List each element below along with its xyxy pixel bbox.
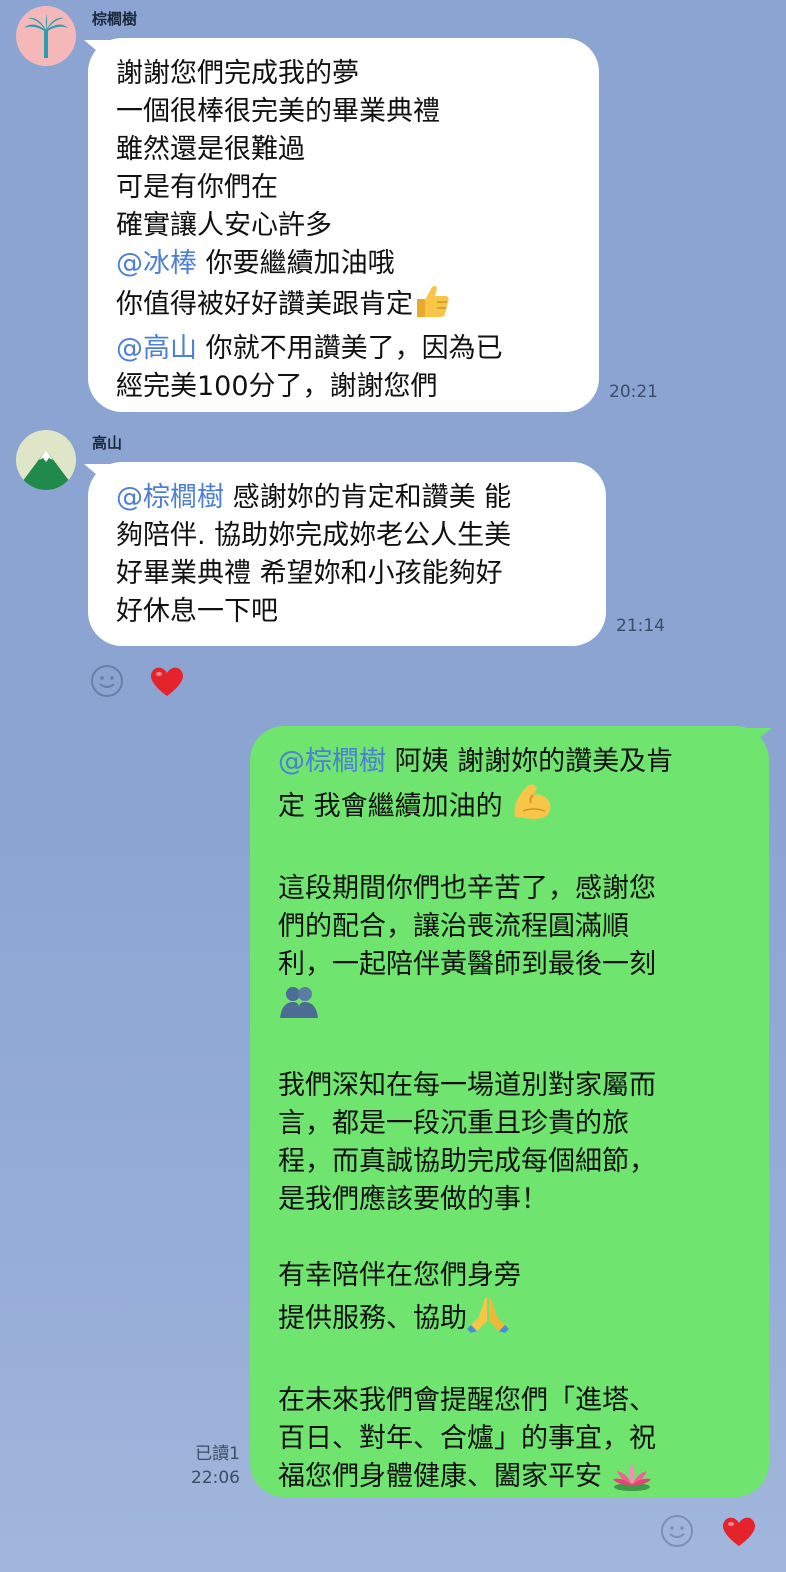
message-line: 雖然還是很難過 xyxy=(116,131,571,169)
message-line: 你值得被好好讚美跟肯定 xyxy=(116,283,571,330)
message-time: 20:21 xyxy=(609,382,658,402)
message-text: 一個很棒很完美的畢業典禮 xyxy=(116,96,440,127)
message-text: 言，都是一段沉重且珍貴的旅 xyxy=(278,1108,629,1139)
user-mention-link[interactable]: @冰棒 xyxy=(116,248,197,279)
message-line: 有幸陪伴在您們身旁 xyxy=(278,1257,741,1295)
message-text: 百日、對年、合爐」的事宜，祝 xyxy=(278,1423,656,1454)
heart-reaction[interactable] xyxy=(148,664,186,702)
message-text: 有幸陪伴在您們身旁 xyxy=(278,1260,521,1291)
message-text: 你就不用讚美了，因為已 xyxy=(197,333,503,364)
message-line: 百日、對年、合爐」的事宜，祝 xyxy=(278,1420,741,1458)
message-text: 感謝妳的肯定和讚美 能 xyxy=(224,482,512,513)
message-text: 謝謝您們完成我的夢 xyxy=(116,58,359,89)
message-text: 利，一起陪伴黃醫師到最後一刻 xyxy=(278,949,656,980)
message-line: 夠陪伴. 協助妳完成妳老公人生美 xyxy=(116,517,578,555)
message-text: 在未來我們會提醒您們「進塔、 xyxy=(278,1385,656,1416)
message-text: 你值得被好好讚美跟肯定 xyxy=(116,289,413,320)
hugging-people-icon xyxy=(278,984,320,1029)
message-line: 這段期間你們也辛苦了，感謝您 xyxy=(278,870,741,908)
message-line: @高山 你就不用讚美了，因為已 xyxy=(116,330,571,368)
add-reaction-button[interactable] xyxy=(660,1514,694,1552)
read-status: 已讀1 xyxy=(195,1444,240,1464)
user-mention-link[interactable]: @高山 xyxy=(116,333,197,364)
message-text: 福您們身體健康、闔家平安 xyxy=(278,1461,611,1492)
message-text: 好畢業典禮 希望妳和小孩能夠好 xyxy=(116,558,503,589)
message-line: 在未來我們會提醒您們「進塔、 xyxy=(278,1382,741,1420)
message-text: 是我們應該要做的事！ xyxy=(278,1184,548,1215)
flexed-biceps-icon xyxy=(511,781,555,832)
message-text: 這段期間你們也辛苦了，感謝您 xyxy=(278,873,656,904)
message-text: 好休息一下吧 xyxy=(116,596,278,627)
sender-name: 高山 xyxy=(92,434,123,452)
message-line: 我們深知在每一場道別對家屬而 xyxy=(278,1067,741,1105)
message-line: @冰棒 你要繼續加油哦 xyxy=(116,245,571,283)
message-line: 一個很棒很完美的畢業典禮 xyxy=(116,93,571,131)
message-line: 可是有你們在 xyxy=(116,169,571,207)
message-bubble-outgoing[interactable]: @棕櫚樹 阿姨 謝謝妳的讚美及肯定 我會繼續加油的 這段期間你們也辛苦了，感謝您… xyxy=(250,726,769,1497)
message-text: 確實讓人安心許多 xyxy=(116,210,332,241)
smiley-outline-icon xyxy=(661,1515,693,1547)
message-line: 言，都是一段沉重且珍貴的旅 xyxy=(278,1105,741,1143)
user-mention-link[interactable]: @棕櫚樹 xyxy=(278,746,386,777)
message-text: 雖然還是很難過 xyxy=(116,134,305,165)
avatar-mountain[interactable] xyxy=(16,430,76,490)
mountain-icon xyxy=(16,430,76,490)
message-text: 可是有你們在 xyxy=(116,172,278,203)
message-time: 22:06 xyxy=(191,1468,240,1488)
message-text: 經完美100分了，謝謝您們 xyxy=(116,371,438,402)
message-line: 謝謝您們完成我的夢 xyxy=(116,55,571,93)
message-line: 是我們應該要做的事！ xyxy=(278,1181,741,1219)
message-line: 好畢業典禮 希望妳和小孩能夠好 xyxy=(116,555,578,593)
message-line: 提供服務、協助 xyxy=(278,1295,741,1344)
message-text: 我們深知在每一場道別對家屬而 xyxy=(278,1070,656,1101)
message-text: 提供服務、協助 xyxy=(278,1303,467,1334)
message-line: 定 我會繼續加油的 xyxy=(278,781,741,832)
message-line: 確實讓人安心許多 xyxy=(116,207,571,245)
message-text: 你要繼續加油哦 xyxy=(197,248,395,279)
message-line: @棕櫚樹 感謝妳的肯定和讚美 能 xyxy=(116,479,578,517)
heart-icon xyxy=(150,667,184,696)
smiley-outline-icon xyxy=(91,665,123,697)
folded-hands-icon xyxy=(467,1295,509,1344)
sender-name: 棕櫚樹 xyxy=(92,10,138,28)
heart-reaction[interactable] xyxy=(720,1514,758,1552)
message-line: 程，而真誠協助完成每個細節， xyxy=(278,1143,741,1181)
message-line: @棕櫚樹 阿姨 謝謝妳的讚美及肯 xyxy=(278,743,741,781)
avatar-palm-tree[interactable] xyxy=(16,6,76,66)
message-text: 阿姨 謝謝妳的讚美及肯 xyxy=(386,746,674,777)
add-reaction-button[interactable] xyxy=(90,664,124,702)
message-time: 21:14 xyxy=(616,616,665,636)
user-mention-link[interactable]: @棕櫚樹 xyxy=(116,482,224,513)
heart-icon xyxy=(722,1517,756,1546)
message-line: 福您們身體健康、闔家平安 xyxy=(278,1458,741,1502)
message-text: 夠陪伴. 協助妳完成妳老公人生美 xyxy=(116,520,512,551)
message-line: 好休息一下吧 xyxy=(116,593,578,631)
message-bubble-incoming[interactable]: 謝謝您們完成我的夢一個很棒很完美的畢業典禮 雖然還是很難過 可是有你們在確實讓人安心… xyxy=(88,38,599,412)
message-bubble-incoming[interactable]: @棕櫚樹 感謝妳的肯定和讚美 能夠陪伴. 協助妳完成妳老公人生美 好畢業典禮 希望… xyxy=(88,462,606,646)
message-line: 利，一起陪伴黃醫師到最後一刻 xyxy=(278,946,741,984)
read-receipt: 已讀1 22:06 xyxy=(180,1442,240,1490)
message-text: 程，而真誠協助完成每個細節， xyxy=(278,1146,656,1177)
message-line xyxy=(278,984,741,1029)
palm-tree-icon xyxy=(16,6,76,66)
message-line: 們的配合，讓治喪流程圓滿順 xyxy=(278,908,741,946)
thumbs-up-icon xyxy=(413,283,451,330)
message-line: 經完美100分了，謝謝您們 xyxy=(116,368,571,406)
message-text: 定 我會繼續加油的 xyxy=(278,791,512,822)
lotus-icon xyxy=(611,1459,653,1502)
message-text: 們的配合，讓治喪流程圓滿順 xyxy=(278,911,629,942)
